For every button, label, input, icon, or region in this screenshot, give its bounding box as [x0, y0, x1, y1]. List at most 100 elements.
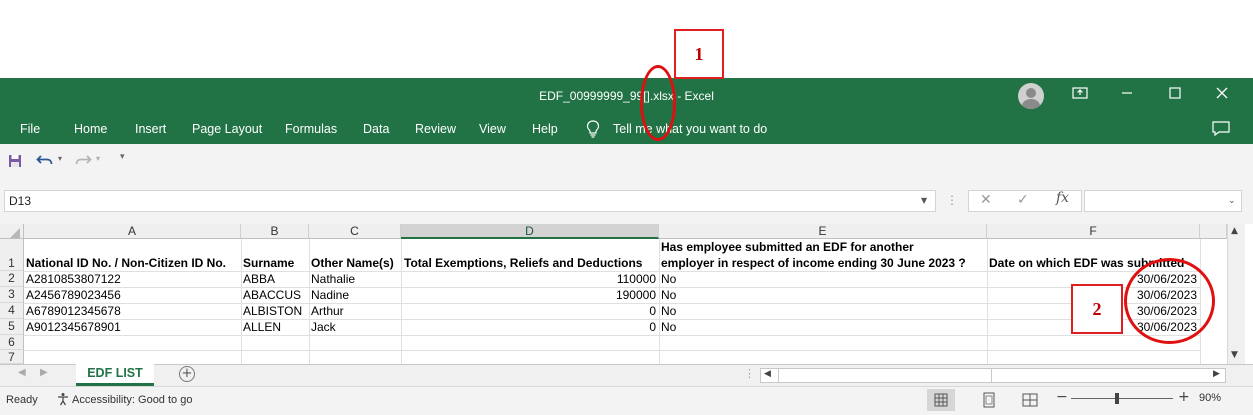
accessibility-icon[interactable]: [56, 392, 70, 406]
undo-icon[interactable]: [36, 153, 54, 167]
cell-id[interactable]: A2810853807122: [24, 272, 121, 286]
scroll-up-icon[interactable]: ▲: [1231, 226, 1238, 236]
scroll-left-icon[interactable]: ◀: [764, 369, 771, 379]
vertical-scrollbar[interactable]: [1227, 224, 1245, 364]
accessibility-status[interactable]: Accessibility: Good to go: [72, 394, 192, 406]
cell-submitted[interactable]: No: [659, 304, 676, 318]
column-header-g[interactable]: [1200, 224, 1227, 239]
tab-help[interactable]: Help: [532, 122, 558, 136]
formula-input[interactable]: [1084, 190, 1242, 212]
header-edf-submitted-line2[interactable]: employer in respect of income ending 30 …: [659, 256, 966, 270]
confirm-entry-icon[interactable]: ✓: [1017, 192, 1029, 208]
customize-qat-icon[interactable]: ▾: [120, 152, 125, 162]
normal-view-icon[interactable]: [927, 389, 955, 411]
annotation-ellipse-1: [640, 65, 676, 141]
cell-surname[interactable]: ALLEN: [241, 320, 281, 334]
undo-dropdown-icon[interactable]: ▾: [58, 154, 62, 163]
annotation-label-2: 2: [1071, 284, 1123, 334]
header-surname[interactable]: Surname: [241, 256, 294, 270]
expand-formula-bar-icon[interactable]: ⌄: [1228, 196, 1236, 206]
page-break-view-icon[interactable]: [1016, 389, 1044, 411]
tab-data[interactable]: Data: [363, 122, 389, 136]
zoom-slider-thumb[interactable]: [1115, 393, 1119, 404]
annotation-label-1: 1: [674, 29, 724, 79]
cell-submitted[interactable]: No: [659, 288, 676, 302]
minimize-icon[interactable]: [1113, 84, 1141, 106]
cell-submitted[interactable]: No: [659, 320, 676, 334]
sheet-tab-edf-list[interactable]: EDF LIST: [76, 364, 154, 386]
tab-file[interactable]: File: [20, 122, 40, 136]
comments-icon[interactable]: [1212, 121, 1230, 136]
header-edf-submitted-line1[interactable]: Has employee submitted an EDF for anothe…: [659, 240, 914, 254]
sheet-next-icon[interactable]: ▶: [40, 367, 48, 378]
column-header-a[interactable]: A: [24, 224, 241, 239]
cell-id[interactable]: A2456789023456: [24, 288, 121, 302]
cell-surname[interactable]: ALBISTON: [241, 304, 302, 318]
ribbon-display-options-icon[interactable]: [1066, 84, 1094, 106]
cell-other-name[interactable]: Nathalie: [309, 272, 355, 286]
insert-function-icon[interactable]: fx: [1056, 190, 1069, 206]
page-layout-view-icon[interactable]: [975, 389, 1003, 411]
column-header-d[interactable]: D: [401, 224, 659, 239]
maximize-icon[interactable]: [1161, 84, 1189, 106]
header-other-names[interactable]: Other Name(s): [309, 256, 394, 270]
tab-home[interactable]: Home: [74, 122, 107, 136]
redo-icon[interactable]: [74, 153, 92, 167]
row-header-7[interactable]: 7: [0, 350, 24, 364]
cell-submitted[interactable]: No: [659, 272, 676, 286]
ribbon-tabs: File Home Insert Page Layout Formulas Da…: [0, 116, 1253, 144]
name-box-dropdown-icon[interactable]: ▼: [921, 196, 927, 205]
scroll-right-icon[interactable]: ▶: [1213, 369, 1220, 379]
cell-surname[interactable]: ABACCUS: [241, 288, 301, 302]
row-header-5[interactable]: 5: [0, 319, 24, 335]
row-header-4[interactable]: 4: [0, 303, 24, 319]
quick-access-toolbar: [0, 144, 1253, 180]
zoom-in-button[interactable]: +: [1178, 389, 1190, 405]
column-header-e[interactable]: E: [659, 224, 987, 239]
cell-total[interactable]: 0: [401, 304, 659, 318]
tab-insert[interactable]: Insert: [135, 122, 166, 136]
cell-other-name[interactable]: Jack: [309, 320, 336, 334]
row-header-3[interactable]: 3: [0, 287, 24, 303]
cell-id[interactable]: A6789012345678: [24, 304, 121, 318]
formula-bar-splitter-icon[interactable]: ⋮: [946, 193, 958, 207]
scroll-down-icon[interactable]: ▼: [1231, 350, 1238, 360]
name-box[interactable]: D13: [4, 190, 936, 212]
cell-other-name[interactable]: Arthur: [309, 304, 344, 318]
header-national-id[interactable]: National ID No. / Non-Citizen ID No.: [24, 256, 226, 270]
column-header-f[interactable]: F: [987, 224, 1200, 239]
tell-me-search[interactable]: Tell me what you want to do: [613, 122, 767, 136]
tab-view[interactable]: View: [479, 122, 506, 136]
cancel-entry-icon[interactable]: ✕: [980, 192, 992, 208]
column-header-b[interactable]: B: [241, 224, 309, 239]
zoom-slider-track[interactable]: [1071, 398, 1173, 399]
cell-total[interactable]: 110000: [401, 272, 659, 286]
row-header-1[interactable]: 1: [0, 239, 24, 271]
header-total-exemptions[interactable]: Total Exemptions, Reliefs and Deductions: [402, 256, 642, 270]
save-icon[interactable]: [8, 154, 22, 168]
zoom-level[interactable]: 90%: [1199, 392, 1221, 404]
sheet-prev-icon[interactable]: ◀: [18, 367, 26, 378]
horizontal-scroll-thumb[interactable]: [778, 369, 992, 382]
cell-id[interactable]: A9012345678901: [24, 320, 121, 334]
tab-splitter-icon[interactable]: ⋮: [744, 367, 755, 380]
cell-total[interactable]: 190000: [401, 288, 659, 302]
excel-window: EDF_00999999_99[].xlsx - Excel File Home…: [0, 0, 1253, 415]
close-icon[interactable]: [1208, 84, 1236, 106]
new-sheet-button[interactable]: +: [179, 366, 195, 382]
lightbulb-icon: [586, 120, 600, 138]
zoom-out-button[interactable]: −: [1056, 389, 1068, 405]
redo-dropdown-icon: ▾: [96, 154, 101, 163]
tab-review[interactable]: Review: [415, 122, 456, 136]
row-header-2[interactable]: 2: [0, 271, 24, 287]
row-header-6[interactable]: 6: [0, 335, 24, 350]
user-avatar-icon[interactable]: [1018, 83, 1044, 109]
select-all-corner[interactable]: [0, 224, 24, 239]
tab-page-layout[interactable]: Page Layout: [192, 122, 262, 136]
tab-formulas[interactable]: Formulas: [285, 122, 337, 136]
cell-total[interactable]: 0: [401, 320, 659, 334]
column-header-c[interactable]: C: [309, 224, 401, 239]
cell-other-name[interactable]: Nadine: [309, 288, 349, 302]
annotation-ellipse-2: [1124, 258, 1215, 344]
cell-surname[interactable]: ABBA: [241, 272, 275, 286]
